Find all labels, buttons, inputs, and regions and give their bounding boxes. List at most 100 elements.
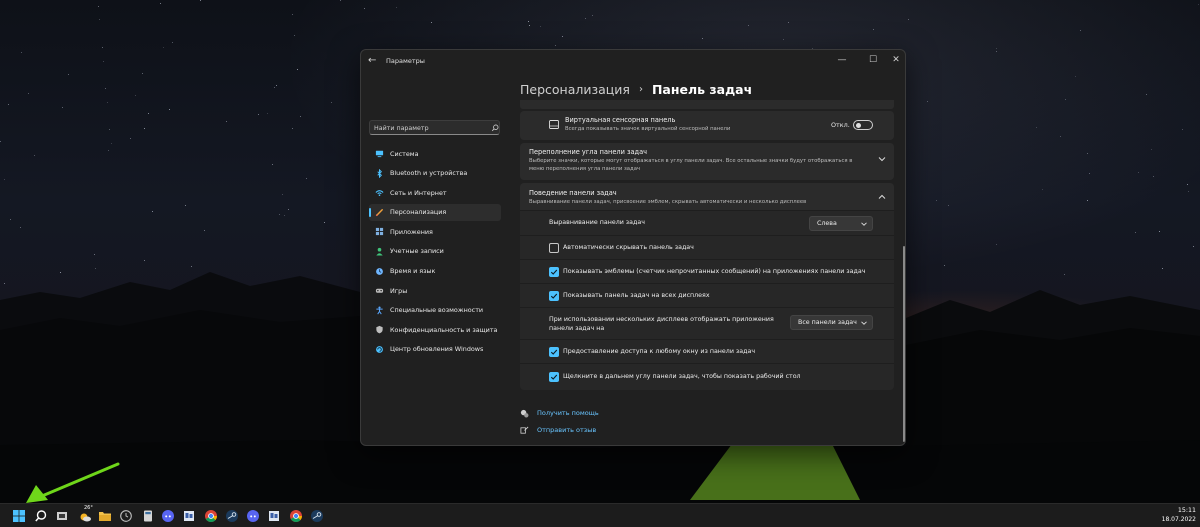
star xyxy=(996,48,997,49)
star xyxy=(1042,189,1043,190)
autohide-row[interactable]: Автоматически скрывать панель задач xyxy=(520,235,894,259)
taskbar-time[interactable]: 15:11 xyxy=(1166,507,1196,514)
sidebar-item-personalization[interactable]: Персонализация xyxy=(369,203,501,221)
star xyxy=(1060,136,1061,137)
star xyxy=(1135,232,1136,233)
star xyxy=(60,272,61,273)
star xyxy=(267,113,268,114)
touchpad-toggle[interactable] xyxy=(853,120,873,130)
star xyxy=(324,222,325,223)
sidebar-item-privacy[interactable]: Конфиденциальность и защита xyxy=(369,321,501,338)
taskbar-date[interactable]: 18.07.2022 xyxy=(1158,516,1196,523)
sidebar-item-label: Bluetooth и устройства xyxy=(390,169,468,178)
star xyxy=(927,101,928,102)
search-icon[interactable] xyxy=(491,123,499,133)
clock-app-icon[interactable] xyxy=(119,509,133,523)
star xyxy=(28,93,29,94)
multi-display-dropdown[interactable]: Все панели задач xyxy=(790,315,873,330)
file-explorer-icon[interactable] xyxy=(98,509,112,523)
chevron-up-icon[interactable] xyxy=(878,194,886,200)
search-input[interactable] xyxy=(374,123,484,133)
spreadsheet-app-icon[interactable] xyxy=(182,509,196,523)
sidebar-item-accounts[interactable]: Учетные записи xyxy=(369,243,501,260)
get-help-text[interactable]: Получить помощь xyxy=(537,409,599,417)
breadcrumb-parent[interactable]: Персонализация xyxy=(520,82,630,97)
search-icon[interactable] xyxy=(34,509,48,523)
send-feedback-text[interactable]: Отправить отзыв xyxy=(537,426,596,434)
alignment-dropdown[interactable]: Слева xyxy=(809,216,873,231)
all-displays-checkbox[interactable] xyxy=(549,291,559,301)
badges-checkbox[interactable] xyxy=(549,267,559,277)
back-button[interactable]: ← xyxy=(368,56,376,66)
sidebar-item-gaming[interactable]: Игры xyxy=(369,282,501,299)
autohide-checkbox[interactable] xyxy=(549,243,559,253)
behavior-title: Поведение панели задач xyxy=(529,189,617,197)
sidebar-item-time-language[interactable]: Время и язык xyxy=(369,263,501,280)
steam-icon[interactable] xyxy=(310,509,324,523)
task-view-icon[interactable] xyxy=(55,509,69,523)
send-feedback-link[interactable]: Отправить отзыв xyxy=(520,425,596,435)
discord-icon[interactable] xyxy=(161,509,175,523)
chrome-icon[interactable] xyxy=(289,509,303,523)
star xyxy=(1193,246,1194,247)
star xyxy=(94,254,95,255)
share-checkbox[interactable] xyxy=(549,347,559,357)
chevron-down-icon[interactable] xyxy=(878,156,886,162)
sidebar-item-label: Приложения xyxy=(390,227,433,236)
globe-clock-icon xyxy=(376,267,383,275)
sidebar-item-accessibility[interactable]: Специальные возможности xyxy=(369,302,501,319)
star xyxy=(1162,268,1163,269)
chrome-icon[interactable] xyxy=(204,509,218,523)
star xyxy=(99,19,100,20)
get-help-link[interactable]: Получить помощь xyxy=(520,408,599,418)
behavior-card-header[interactable]: Поведение панели задач Выравнивание пане… xyxy=(520,183,894,210)
star xyxy=(258,114,259,115)
start-icon[interactable] xyxy=(12,509,26,523)
star xyxy=(204,230,205,231)
star xyxy=(130,138,131,139)
minimize-button[interactable]: — xyxy=(835,54,849,66)
star xyxy=(540,26,541,27)
discord-icon[interactable] xyxy=(246,509,260,523)
close-button[interactable]: ✕ xyxy=(889,54,903,66)
star xyxy=(1187,184,1188,185)
star xyxy=(292,128,293,129)
maximize-button[interactable]: ☐ xyxy=(866,54,880,66)
steam-icon[interactable] xyxy=(225,509,239,523)
spreadsheet-app-icon[interactable] xyxy=(267,509,281,523)
badges-row[interactable]: Показывать эмблемы (счетчик непрочитанны… xyxy=(520,259,894,283)
star xyxy=(306,178,307,179)
apps-icon xyxy=(375,228,384,236)
star xyxy=(152,211,153,212)
weather-icon[interactable] xyxy=(78,509,92,523)
sidebar-item-network[interactable]: Сеть и Интернет xyxy=(369,184,501,201)
sidebar-item-label: Учетные записи xyxy=(390,247,444,256)
star xyxy=(98,6,99,7)
far-corner-row[interactable]: Щелкните в дальнем углу панели задач, чт… xyxy=(520,363,894,390)
touchpad-icon xyxy=(549,120,559,129)
sidebar-item-apps[interactable]: Приложения xyxy=(369,223,501,240)
star xyxy=(1182,129,1183,130)
far-corner-checkbox[interactable] xyxy=(549,372,559,382)
star xyxy=(528,21,529,22)
content-scrollbar[interactable] xyxy=(903,246,905,442)
star xyxy=(8,104,9,105)
star xyxy=(111,143,112,144)
share-row[interactable]: Предоставление доступа к любому окну из … xyxy=(520,339,894,363)
gamepad-icon xyxy=(375,288,384,293)
settings-search[interactable] xyxy=(369,120,500,135)
calculator-icon[interactable] xyxy=(141,509,155,523)
overflow-card[interactable]: Переполнение угла панели задач Выберите … xyxy=(520,143,894,180)
sidebar-item-windows-update[interactable]: Центр обновления Windows xyxy=(369,341,501,358)
alignment-value: Слева xyxy=(817,220,837,227)
star xyxy=(144,260,145,261)
monitor-icon xyxy=(375,150,384,158)
all-displays-row[interactable]: Показывать панель задач на всех дисплеях xyxy=(520,283,894,307)
star xyxy=(592,15,593,16)
star xyxy=(1159,231,1160,232)
multi-display-row: При использовании нескольких дисплеев от… xyxy=(520,307,894,339)
star xyxy=(105,88,106,89)
sidebar-item-bluetooth[interactable]: Bluetooth и устройства xyxy=(369,165,501,182)
sidebar-item-system[interactable]: Система xyxy=(369,145,501,162)
star xyxy=(340,0,341,1)
